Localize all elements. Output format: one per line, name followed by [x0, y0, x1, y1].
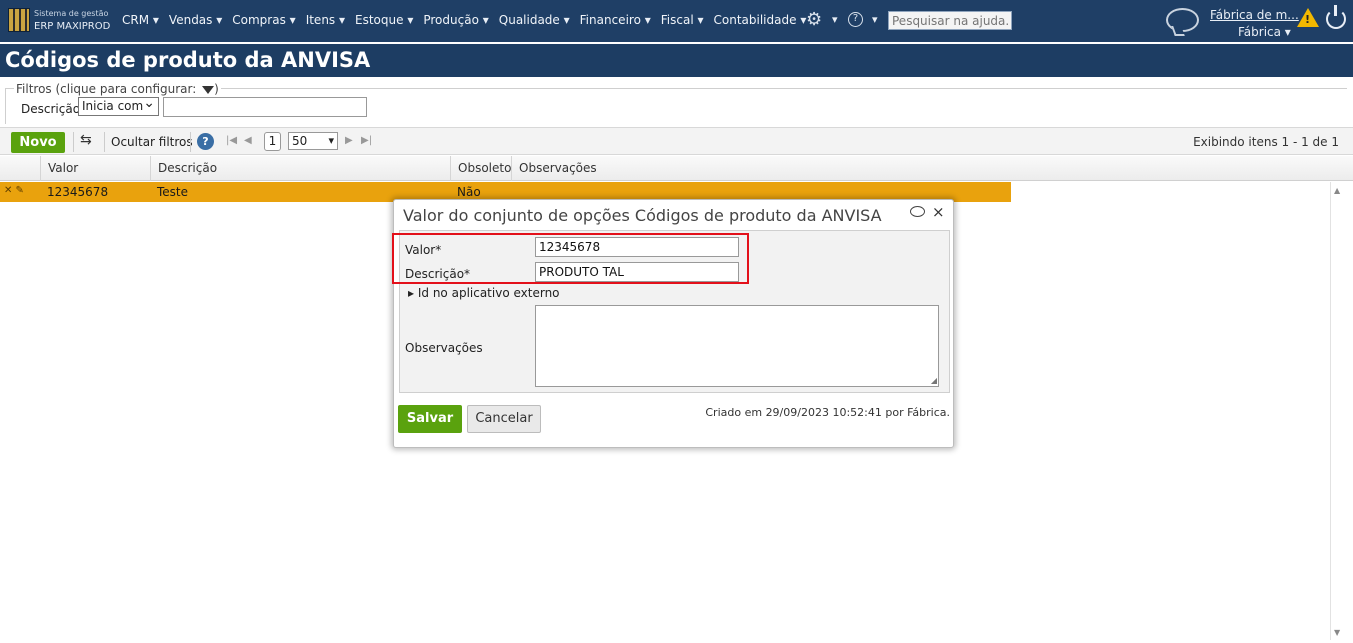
created-info: Criado em 29/09/2023 10:52:41 por Fábric…	[705, 406, 950, 419]
previous-page-icon[interactable]: ◀	[244, 135, 252, 146]
menu-item-producao[interactable]: Produção	[423, 13, 488, 27]
observacoes-textarea[interactable]: ◢	[535, 305, 939, 387]
warning-icon[interactable]: !	[1297, 8, 1319, 27]
grid-header: Valor Descrição Obsoleto Observações	[0, 156, 1353, 181]
power-icon[interactable]	[1326, 5, 1346, 29]
next-page-icon[interactable]: ▶	[345, 135, 353, 146]
company-link[interactable]: Fábrica de m...	[1210, 8, 1299, 22]
new-button[interactable]: Novo	[11, 132, 65, 153]
warning-symbol: !	[1305, 13, 1311, 26]
menu-item-contabilidade[interactable]: Contabilidade	[714, 13, 807, 27]
funnel-icon[interactable]	[202, 85, 215, 94]
filters-legend[interactable]: Filtros (clique para configurar: )	[14, 82, 221, 96]
main-menu: CRM Vendas Compras Itens Estoque Produçã…	[122, 13, 816, 27]
column-header-descricao[interactable]: Descrição	[150, 156, 450, 181]
cell-valor: 12345678	[47, 185, 109, 199]
menu-item-estoque[interactable]: Estoque	[355, 13, 413, 27]
row-actions-header	[0, 156, 40, 181]
row-delete-icon[interactable]: ✕ ✎	[4, 185, 24, 196]
gear-icon[interactable]: ⚙	[806, 9, 822, 30]
menu-item-compras[interactable]: Compras	[232, 13, 295, 27]
external-id-label: Id no aplicativo externo	[417, 286, 560, 300]
column-header-observacoes[interactable]: Observações	[511, 156, 1011, 181]
menu-item-vendas[interactable]: Vendas	[169, 13, 222, 27]
brand[interactable]: Sistema de gestão ERP MAXIPROD	[34, 8, 110, 32]
filter-description-input[interactable]	[163, 97, 367, 117]
grid-toolbar: Novo ⇆ Ocultar filtros ? |◀ ◀ 1 50 ▶ ▶| …	[0, 127, 1353, 155]
chat-icon[interactable]	[1166, 8, 1199, 32]
highlight-box	[392, 233, 749, 284]
menu-item-crm[interactable]: CRM	[122, 13, 159, 27]
hide-filters-button[interactable]: Ocultar filtros	[111, 135, 193, 149]
filter-description-label: Descrição	[21, 102, 81, 116]
filters-legend-text: Filtros (clique para configurar:	[16, 82, 197, 96]
observacoes-label: Observações	[405, 341, 483, 355]
page-header: Códigos de produto da ANVISA	[0, 44, 1353, 77]
brand-line1: Sistema de gestão	[34, 9, 109, 18]
filter-mode-select[interactable]: Inicia com	[78, 95, 159, 116]
toolbar-separator	[73, 132, 74, 152]
items-count-label: Exibindo itens 1 - 1 de 1	[1193, 135, 1339, 149]
top-navigation-bar: Sistema de gestão ERP MAXIPROD CRM Venda…	[0, 0, 1353, 42]
chat-icon[interactable]	[910, 206, 925, 217]
chevron-down-icon[interactable]: ▾	[872, 13, 878, 26]
brand-line2: ERP MAXIPROD	[34, 21, 111, 32]
menu-item-itens[interactable]: Itens	[306, 13, 345, 27]
resize-handle-icon[interactable]: ◢	[931, 376, 937, 385]
close-icon[interactable]: ×	[932, 203, 945, 221]
grid-scrollbar[interactable]	[1330, 182, 1331, 640]
help-icon[interactable]: ?	[197, 133, 214, 150]
caret-right-icon: ▸	[408, 286, 415, 300]
first-page-icon[interactable]: |◀	[226, 135, 237, 146]
toolbar-separator	[190, 132, 191, 152]
save-button[interactable]: Salvar	[398, 405, 462, 433]
dialog-title: Valor do conjunto de opções Códigos de p…	[403, 206, 882, 225]
scroll-down-icon[interactable]: ▼	[1334, 628, 1340, 637]
filters-legend-close: )	[214, 82, 219, 96]
menu-item-financeiro[interactable]: Financeiro	[580, 13, 651, 27]
logo-icon	[8, 8, 30, 32]
refresh-icon[interactable]: ⇆	[80, 132, 92, 148]
scroll-up-icon[interactable]: ▲	[1334, 186, 1340, 195]
menu-item-qualidade[interactable]: Qualidade	[499, 13, 570, 27]
page-title: Códigos de produto da ANVISA	[5, 48, 371, 72]
last-page-icon[interactable]: ▶|	[361, 135, 372, 146]
column-header-obsoleto[interactable]: Obsoleto	[450, 156, 511, 181]
page-number-input[interactable]: 1	[264, 132, 281, 151]
cancel-button[interactable]: Cancelar	[467, 405, 541, 433]
company-selector[interactable]: Fábrica ▾	[1238, 25, 1291, 39]
page-size-select[interactable]: 50	[288, 132, 338, 150]
help-search-input[interactable]	[888, 11, 1012, 30]
column-header-valor[interactable]: Valor	[40, 156, 150, 181]
chevron-down-icon[interactable]: ▾	[832, 13, 838, 26]
menu-item-fiscal[interactable]: Fiscal	[661, 13, 704, 27]
help-icon[interactable]: ?	[848, 12, 863, 27]
toolbar-separator	[104, 132, 105, 152]
external-id-toggle[interactable]: ▸ Id no aplicativo externo	[408, 286, 560, 300]
